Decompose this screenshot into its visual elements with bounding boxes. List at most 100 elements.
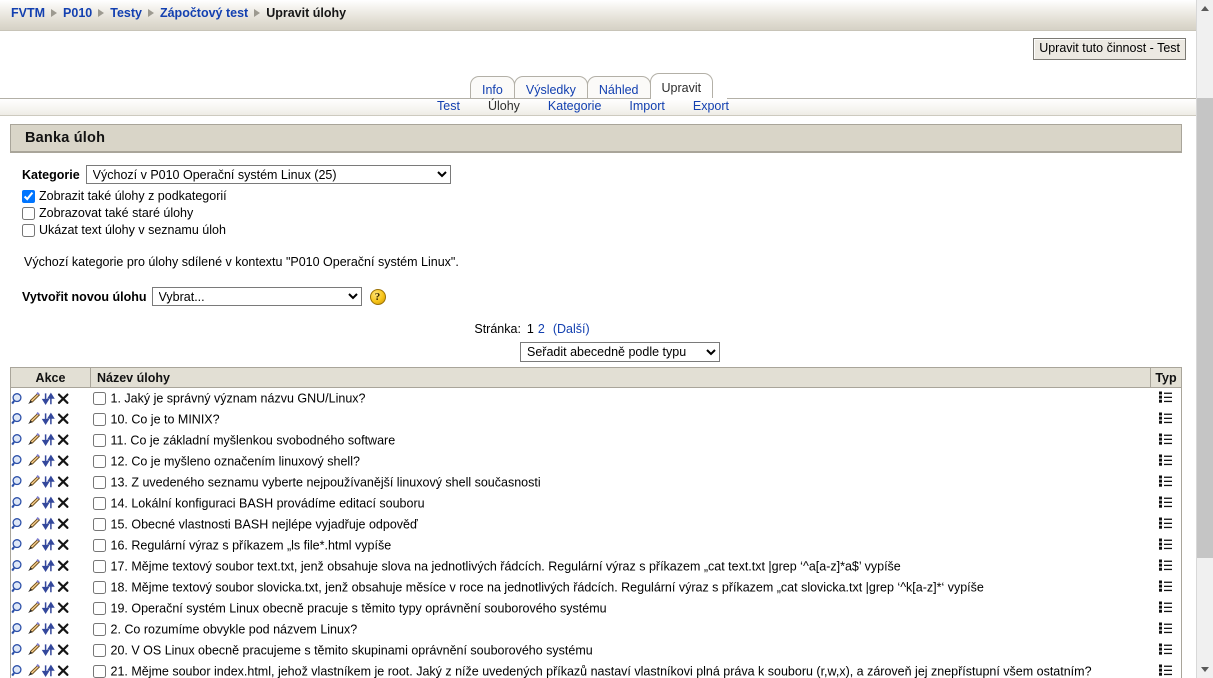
preview-icon[interactable] (11, 412, 26, 426)
move-icon[interactable] (41, 601, 56, 615)
filter-checkbox-2[interactable] (22, 206, 35, 220)
move-icon[interactable] (41, 475, 56, 489)
edit-icon[interactable] (26, 580, 41, 594)
edit-icon[interactable] (26, 664, 41, 678)
vertical-scrollbar[interactable] (1196, 0, 1213, 678)
sort-wrap: Seřadit abecedně podle typu (22, 342, 1182, 362)
row-select-checkbox[interactable] (92, 622, 106, 636)
preview-icon[interactable] (11, 643, 26, 657)
row-select-checkbox[interactable] (92, 580, 106, 594)
create-question-select[interactable]: Vybrat... (151, 287, 362, 306)
delete-icon[interactable] (56, 392, 71, 406)
preview-icon[interactable] (11, 475, 26, 489)
sort-select[interactable]: Seřadit abecedně podle typu (520, 342, 720, 362)
delete-icon[interactable] (56, 496, 71, 510)
delete-icon[interactable] (56, 475, 71, 489)
delete-icon[interactable] (56, 517, 71, 531)
edit-icon[interactable] (26, 601, 41, 615)
filter-checkbox-label-2: Zobrazovat také staré úlohy (39, 206, 194, 220)
delete-icon[interactable] (56, 412, 71, 426)
move-icon[interactable] (41, 433, 56, 447)
delete-icon[interactable] (56, 580, 71, 594)
move-icon[interactable] (41, 517, 56, 531)
move-icon[interactable] (41, 454, 56, 468)
edit-icon[interactable] (26, 517, 41, 531)
preview-icon[interactable] (11, 392, 26, 406)
preview-icon[interactable] (11, 538, 26, 552)
preview-icon[interactable] (11, 517, 26, 531)
breadcrumb-item-1[interactable]: FVTM (11, 6, 45, 20)
move-icon[interactable] (41, 664, 56, 678)
move-icon[interactable] (41, 538, 56, 552)
row-select-checkbox[interactable] (92, 517, 106, 531)
delete-icon[interactable] (56, 454, 71, 468)
delete-icon[interactable] (56, 559, 71, 573)
edit-icon[interactable] (26, 454, 41, 468)
tab-info[interactable]: Info (470, 76, 515, 99)
delete-icon[interactable] (56, 433, 71, 447)
breadcrumb-item-4[interactable]: Zápočtový test (160, 6, 248, 20)
scroll-thumb[interactable] (1197, 98, 1213, 558)
row-select-checkbox[interactable] (92, 664, 106, 678)
preview-icon[interactable] (11, 454, 26, 468)
edit-icon[interactable] (26, 496, 41, 510)
preview-icon[interactable] (11, 559, 26, 573)
delete-icon[interactable] (56, 601, 71, 615)
row-actions (10, 534, 91, 556)
breadcrumb-item-2[interactable]: P010 (63, 6, 92, 20)
category-select[interactable]: Výchozí v P010 Operační systém Linux (25… (85, 165, 451, 184)
edit-icon[interactable] (26, 433, 41, 447)
edit-icon[interactable] (26, 538, 41, 552)
tab-náhled[interactable]: Náhled (586, 76, 651, 99)
row-select-checkbox[interactable] (92, 454, 106, 468)
row-select-checkbox[interactable] (92, 412, 106, 426)
filter-checkbox-1[interactable] (22, 189, 35, 203)
move-icon[interactable] (41, 559, 56, 573)
paging-page-2[interactable]: 2 (538, 322, 545, 336)
tab-upravit[interactable]: Upravit (649, 73, 714, 99)
paging-next-link[interactable]: (Další) (553, 322, 590, 336)
preview-icon[interactable] (11, 622, 26, 636)
help-icon[interactable]: ? (369, 288, 386, 305)
edit-icon[interactable] (26, 643, 41, 657)
move-icon[interactable] (41, 496, 56, 510)
delete-icon[interactable] (56, 622, 71, 636)
row-select-checkbox[interactable] (92, 538, 106, 552)
edit-icon[interactable] (26, 391, 41, 406)
move-icon[interactable] (41, 622, 56, 636)
preview-icon[interactable] (11, 433, 26, 447)
scroll-down-icon[interactable] (1197, 661, 1213, 678)
scroll-up-icon[interactable] (1197, 0, 1213, 17)
subtab-test[interactable]: Test (437, 99, 460, 113)
edit-icon[interactable] (26, 622, 41, 636)
move-icon[interactable] (41, 412, 56, 426)
edit-activity-button[interactable]: Upravit tuto činnost - Test (1033, 38, 1186, 60)
breadcrumb-item-3[interactable]: Testy (110, 6, 142, 20)
row-select-checkbox[interactable] (92, 392, 106, 406)
preview-icon[interactable] (11, 664, 26, 678)
row-select-checkbox[interactable] (92, 496, 106, 510)
subtab-kategorie[interactable]: Kategorie (548, 99, 602, 113)
subtab-úlohy[interactable]: Úlohy (488, 99, 520, 113)
move-icon[interactable] (41, 643, 56, 657)
edit-icon[interactable] (26, 412, 41, 426)
preview-icon[interactable] (11, 580, 26, 594)
row-select-checkbox[interactable] (92, 643, 106, 657)
move-icon[interactable] (41, 392, 56, 406)
edit-icon[interactable] (26, 475, 41, 489)
move-icon[interactable] (41, 580, 56, 594)
preview-icon[interactable] (11, 496, 26, 510)
tab-výsledky[interactable]: Výsledky (513, 76, 588, 99)
subtab-import[interactable]: Import (629, 99, 664, 113)
subtab-export[interactable]: Export (693, 99, 729, 113)
row-select-checkbox[interactable] (92, 475, 106, 489)
delete-icon[interactable] (56, 643, 71, 657)
preview-icon[interactable] (11, 601, 26, 615)
delete-icon[interactable] (56, 664, 71, 678)
row-select-checkbox[interactable] (92, 559, 106, 573)
row-select-checkbox[interactable] (92, 601, 106, 615)
filter-checkbox-3[interactable] (22, 223, 35, 237)
edit-icon[interactable] (26, 559, 41, 573)
row-select-checkbox[interactable] (92, 433, 106, 447)
delete-icon[interactable] (56, 538, 71, 552)
